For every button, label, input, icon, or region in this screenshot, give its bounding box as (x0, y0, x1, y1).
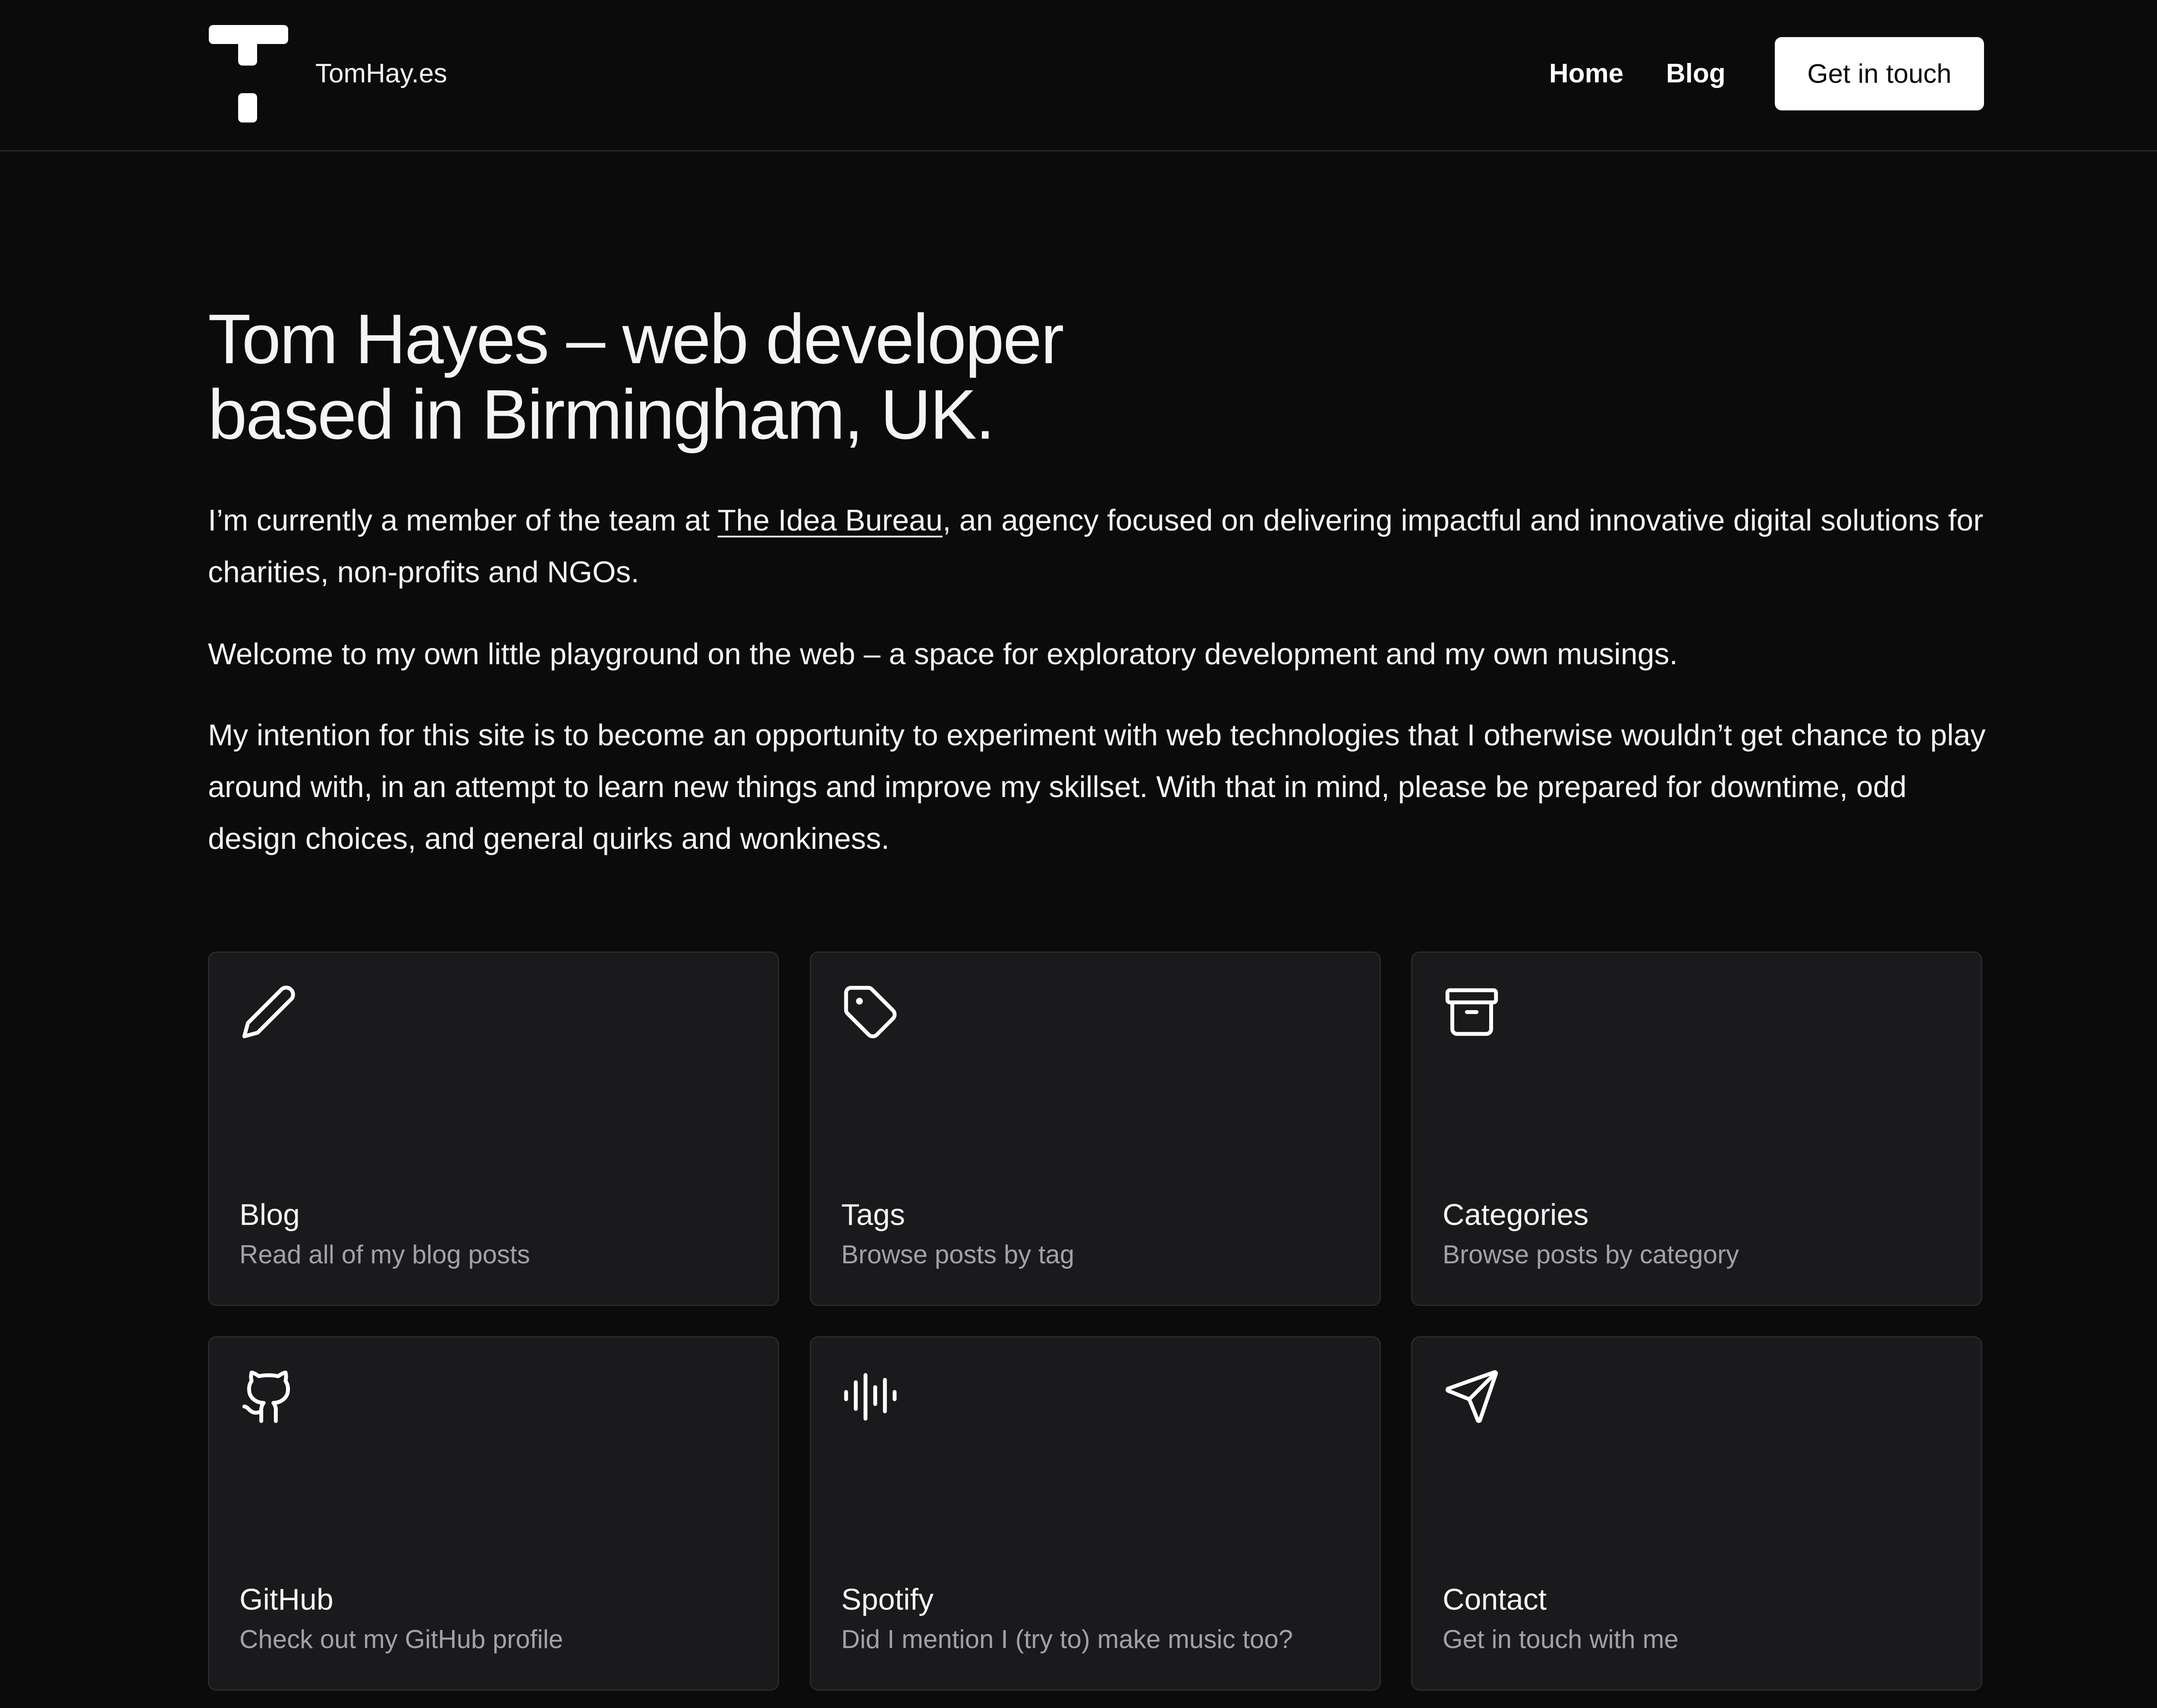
site-header: TomHay.es Home Blog Get in touch (0, 0, 2157, 151)
site-brand[interactable]: TomHay.es (315, 55, 447, 92)
nav-blog-link[interactable]: Blog (1666, 55, 1726, 92)
title-line-2: based in Birmingham, UK. (208, 375, 995, 454)
card-title: Tags (841, 1198, 905, 1231)
card-description: Get in touch with me (1443, 1625, 1679, 1654)
card-spotify[interactable]: Spotify Did I mention I (try to) make mu… (810, 1336, 1381, 1691)
title-line-1: Tom Hayes – web developer (208, 299, 1064, 378)
card-contact[interactable]: Contact Get in touch with me (1411, 1336, 1982, 1691)
card-title: GitHub (239, 1582, 333, 1616)
pencil-icon (239, 983, 298, 1041)
card-title: Spotify (841, 1582, 934, 1616)
card-tags[interactable]: Tags Browse posts by tag (810, 951, 1381, 1306)
nav-home-link[interactable]: Home (1549, 55, 1623, 92)
card-description: Browse posts by tag (841, 1240, 1075, 1269)
card-description: Browse posts by category (1443, 1240, 1739, 1269)
page-title: Tom Hayes – web developer based in Birmi… (208, 301, 1373, 452)
welcome-paragraph: Welcome to my own little playground on t… (208, 637, 1678, 671)
card-title: Contact (1443, 1582, 1547, 1616)
card-github[interactable]: GitHub Check out my GitHub profile (208, 1336, 779, 1691)
tag-icon (841, 983, 899, 1041)
github-icon (239, 1368, 298, 1426)
idea-bureau-link[interactable]: The Idea Bureau (717, 503, 942, 537)
archive-icon (1443, 983, 1501, 1041)
card-description: Read all of my blog posts (239, 1240, 530, 1269)
card-title: Categories (1443, 1198, 1589, 1231)
audio-waveform-icon (841, 1368, 899, 1426)
card-categories[interactable]: Categories Browse posts by category (1411, 951, 1982, 1306)
send-icon (1443, 1368, 1501, 1426)
card-description: Check out my GitHub profile (239, 1625, 563, 1654)
intention-paragraph: My intention for this site is to become … (208, 718, 1986, 855)
card-blog[interactable]: Blog Read all of my blog posts (208, 951, 779, 1306)
card-title: Blog (239, 1198, 300, 1231)
get-in-touch-button[interactable]: Get in touch (1775, 37, 1984, 110)
intro-paragraph: I’m currently a member of the team at Th… (208, 494, 1994, 598)
page: TomHay.es Home Blog Get in touch Tom Hay… (0, 0, 2157, 1708)
intro-text-before: I’m currently a member of the team at (208, 503, 718, 537)
card-description: Did I mention I (try to) make music too? (841, 1625, 1293, 1654)
logo-icon[interactable] (209, 25, 288, 122)
